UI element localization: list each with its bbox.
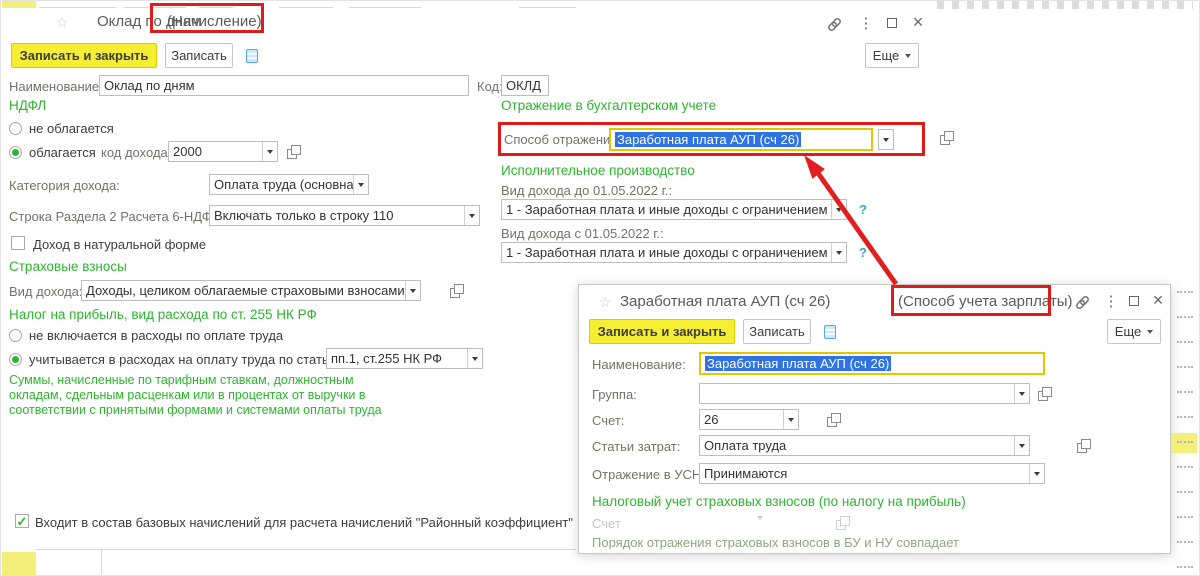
- dropdown-icon[interactable]: [878, 129, 894, 150]
- account-select[interactable]: 26: [699, 409, 799, 430]
- insurance-income-type-select[interactable]: Доходы, целиком облагаемые страховыми вз…: [81, 280, 421, 301]
- maximize-icon[interactable]: [1129, 296, 1139, 306]
- account-label: Счет:: [592, 413, 625, 428]
- base-accruals-label: Входит в состав базовых начислений для р…: [35, 515, 576, 530]
- reflection-method-input[interactable]: Заработная плата АУП (сч 26): [609, 128, 873, 151]
- taxed-label: облагается: [29, 145, 96, 160]
- save-button[interactable]: Записать: [743, 319, 811, 344]
- not-included-radio[interactable]: [9, 329, 22, 342]
- favorite-star-icon[interactable]: ☆: [56, 14, 69, 31]
- dialog-name-input[interactable]: Заработная плата АУП (сч 26): [699, 352, 1045, 375]
- background-dash-pattern: [937, 1, 1193, 9]
- open-icon[interactable]: [1075, 437, 1092, 453]
- name-input[interactable]: Оклад по дням: [99, 75, 469, 96]
- close-icon[interactable]: ×: [909, 13, 927, 31]
- row110-select[interactable]: Включать только в строку 110: [209, 205, 480, 226]
- dialog-title: Заработная плата АУП (сч 26): [620, 293, 831, 310]
- group-select[interactable]: [699, 383, 1030, 404]
- group-label: Группа:: [592, 387, 637, 402]
- background-button-fragment-bottom: [2, 552, 36, 575]
- background-line-bottom: [36, 549, 576, 550]
- cost-item-label: Статьи затрат:: [592, 439, 681, 454]
- dropdown-icon[interactable]: [1029, 464, 1044, 483]
- open-icon-disabled: [834, 514, 850, 530]
- enforcement-heading: Исполнительное производство: [501, 163, 695, 178]
- natural-form-label: Доход в натуральной форме: [33, 237, 207, 252]
- row110-label: Строка Раздела 2 Расчета 6-НДФЛ:: [9, 209, 224, 224]
- save-close-button[interactable]: Записать и закрыть: [11, 43, 157, 68]
- insurance-income-type-label: Вид дохода:: [9, 284, 83, 299]
- dropdown-icon[interactable]: [1014, 384, 1029, 403]
- income-code-select[interactable]: 2000: [168, 141, 278, 162]
- more-button[interactable]: Еще: [865, 43, 919, 68]
- more-button[interactable]: Еще: [1107, 319, 1161, 344]
- dialog-window: ☆ Заработная плата АУП (сч 26) (Способ у…: [578, 284, 1171, 554]
- insurance-order-link[interactable]: Порядок отражения страховых взносов в БУ…: [592, 535, 959, 550]
- open-icon[interactable]: [938, 129, 955, 145]
- dropdown-icon[interactable]: [464, 206, 479, 225]
- base-accruals-checkbox[interactable]: ✓: [15, 514, 29, 528]
- profit-tax-heading: Налог на прибыль, вид расхода по ст. 255…: [9, 307, 317, 322]
- included-radio[interactable]: [9, 353, 22, 366]
- insurance-heading: Страховые взносы: [9, 259, 127, 274]
- dropdown-icon[interactable]: [353, 175, 368, 194]
- code-input[interactable]: ОКЛД: [501, 75, 549, 96]
- favorite-star-icon[interactable]: ☆: [599, 294, 612, 311]
- income-code-label: код дохода:: [101, 145, 172, 160]
- cost-item-select[interactable]: Оплата труда: [699, 435, 1030, 456]
- menu-kebab-icon[interactable]: ⋮: [857, 14, 875, 32]
- open-icon[interactable]: [448, 282, 464, 298]
- save-button[interactable]: Записать: [165, 43, 233, 68]
- dropdown-icon[interactable]: [783, 410, 798, 429]
- reflection-method-label: Способ отражения:: [504, 132, 621, 147]
- usn-select[interactable]: Принимаются: [699, 463, 1045, 484]
- postings-stack-icon[interactable]: [241, 43, 263, 68]
- name-label: Наименование:: [9, 79, 103, 94]
- usn-label: Отражение в УСН:: [592, 467, 705, 482]
- dropdown-icon[interactable]: [262, 142, 277, 161]
- not-taxed-label: не облагается: [29, 121, 114, 136]
- dropdown-icon[interactable]: [467, 349, 482, 368]
- natural-form-checkbox[interactable]: [11, 236, 25, 250]
- scroll-marks-column: [1177, 291, 1193, 568]
- dialog-name-label: Наименование:: [592, 357, 686, 372]
- article-select[interactable]: пп.1, ст.255 НК РФ: [326, 348, 483, 369]
- income-category-label: Категория дохода:: [9, 178, 120, 193]
- income-before-label: Вид дохода до 01.05.2022 г.:: [501, 183, 673, 198]
- dropdown-icon-disabled: [757, 516, 763, 535]
- save-close-button[interactable]: Записать и закрыть: [589, 319, 735, 344]
- open-icon[interactable]: [825, 411, 841, 427]
- taxed-radio[interactable]: [9, 146, 22, 159]
- code-label: Код:: [477, 79, 503, 94]
- dropdown-icon[interactable]: [405, 281, 420, 300]
- open-icon[interactable]: [285, 143, 301, 159]
- annotation-arrow: [804, 155, 899, 286]
- included-label: учитывается в расходах на оплату труда п…: [29, 352, 340, 367]
- income-after-label: Вид дохода с 01.05.2022 г.:: [501, 226, 664, 241]
- maximize-icon[interactable]: [887, 18, 897, 28]
- main-window-title-annotation: (Начисление): [167, 13, 262, 30]
- menu-kebab-icon[interactable]: ⋮: [1102, 292, 1120, 310]
- dialog-title-annotation: (Способ учета зарплаты): [898, 293, 1073, 310]
- profit-tax-note: Суммы, начисленные по тарифным ставкам, …: [9, 373, 382, 417]
- close-icon[interactable]: ×: [1149, 291, 1167, 309]
- accounting-heading: Отражение в бухгалтерском учете: [501, 98, 717, 113]
- screenshot-canvas: ☆ Оклад по дням (Начисление) ⋮ × Записат…: [0, 0, 1200, 576]
- not-included-label: не включается в расходы по оплате труда: [29, 328, 284, 343]
- link-icon[interactable]: [825, 15, 843, 33]
- ndfl-heading: НДФЛ: [9, 98, 47, 113]
- not-taxed-radio[interactable]: [9, 122, 22, 135]
- postings-stack-icon[interactable]: [819, 319, 841, 344]
- dropdown-icon[interactable]: [1014, 436, 1029, 455]
- tax-accounting-heading: Налоговый учет страховых взносов (по нал…: [592, 494, 966, 509]
- link-icon[interactable]: [1073, 293, 1091, 311]
- background-line-bottom-vertical: [101, 549, 102, 575]
- disabled-account-label: Счет: [592, 516, 621, 531]
- open-icon[interactable]: [1036, 385, 1052, 401]
- income-category-select[interactable]: Оплата труда (основная: [209, 174, 369, 195]
